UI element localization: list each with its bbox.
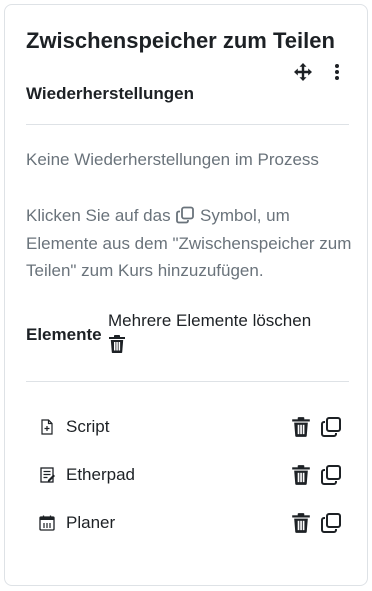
delete-item-button[interactable] (290, 416, 312, 438)
no-restores-text: Keine Wiederherstellungen im Prozess (26, 150, 319, 169)
trash-icon (108, 334, 126, 354)
divider (26, 381, 349, 382)
block-title: Zwischenspeicher zum Teilen (26, 28, 335, 53)
list-item: Planer (26, 503, 356, 543)
restores-heading: Wiederherstellungen (26, 84, 194, 103)
etherpad-icon (38, 465, 56, 485)
copy-to-course-button[interactable] (319, 415, 343, 439)
list-item: Etherpad (26, 455, 356, 495)
elements-heading: Elemente (26, 325, 102, 344)
file-script-icon (38, 417, 56, 437)
sharing-cart-block: Zwischenspeicher zum Teilen Wiederherste… (4, 4, 368, 586)
planner-icon (38, 513, 56, 533)
item-label: Etherpad (66, 465, 135, 484)
help-text-before: Klicken Sie auf das (26, 206, 171, 225)
copy-to-course-button[interactable] (319, 511, 343, 535)
delete-multiple-button[interactable]: Mehrere Elemente löschen (108, 311, 311, 354)
copy-icon (175, 206, 195, 224)
delete-item-button[interactable] (290, 464, 312, 486)
help-text: Klicken Sie auf das Symbol, um Elemente … (26, 202, 356, 285)
list-item: Script (26, 407, 356, 447)
move-icon[interactable] (293, 62, 313, 82)
delete-item-button[interactable] (290, 512, 312, 534)
item-label: Script (66, 417, 110, 436)
divider (26, 124, 349, 125)
item-label: Planer (66, 513, 116, 532)
kebab-menu-icon[interactable] (332, 62, 342, 82)
delete-multiple-label: Mehrere Elemente löschen (108, 311, 312, 330)
copy-to-course-button[interactable] (319, 463, 343, 487)
